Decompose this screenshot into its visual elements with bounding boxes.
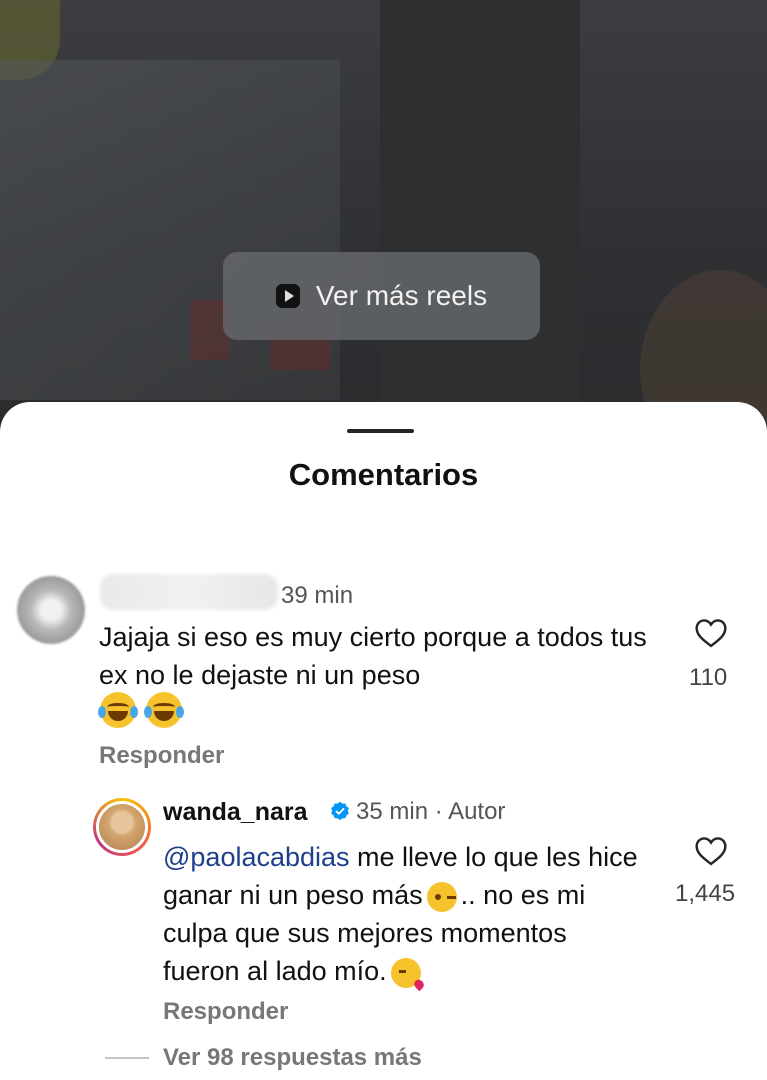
comment-text: Jajaja si eso es muy cierto porque a tod… [99,622,647,690]
reel-video-background: Ver más reels [0,0,767,430]
reply-text: @paolacabdias me lleve lo que les hice g… [163,838,643,990]
sheet-grabber[interactable] [347,429,414,433]
decor-door [380,0,580,430]
comment-emojis [98,692,184,728]
reels-icon [275,284,300,308]
reply-meta: 35 min · Autor [356,798,505,826]
face-with-tears-of-joy-icon [98,692,138,728]
meta-separator: · [434,798,443,825]
see-more-reels-label: Ver más reels [315,280,488,311]
reply-username[interactable]: wanda_nara [163,798,308,827]
like-count: 1,445 [675,880,736,907]
reply-timestamp: 35 min [356,798,429,825]
reply-button[interactable]: Responder [99,742,224,770]
author-label: Autor [448,798,506,825]
see-more-reels-button[interactable]: Ver más reels [223,252,540,340]
reply-button[interactable]: Responder [163,998,288,1026]
avatar[interactable] [93,798,151,856]
verified-badge-icon [331,801,349,820]
blurred-username [100,574,278,610]
mention-link[interactable]: @paolacabdias [163,842,350,872]
heart-icon[interactable] [694,618,728,648]
avatar[interactable] [17,576,85,644]
winking-face-icon [426,881,457,912]
sheet-title: Comentarios [288,457,479,492]
face-with-tears-of-joy-icon [144,692,184,728]
view-more-replies-button[interactable]: Ver 98 respuestas más [163,1044,422,1072]
heart-icon[interactable] [694,836,728,866]
comments-sheet: Comentarios 39 min Jajaja si eso es muy … [0,402,767,1080]
face-blowing-a-kiss-icon [390,957,421,988]
comment-timestamp: 39 min [281,582,354,609]
divider [105,1057,149,1059]
like-count: 110 [689,664,728,691]
